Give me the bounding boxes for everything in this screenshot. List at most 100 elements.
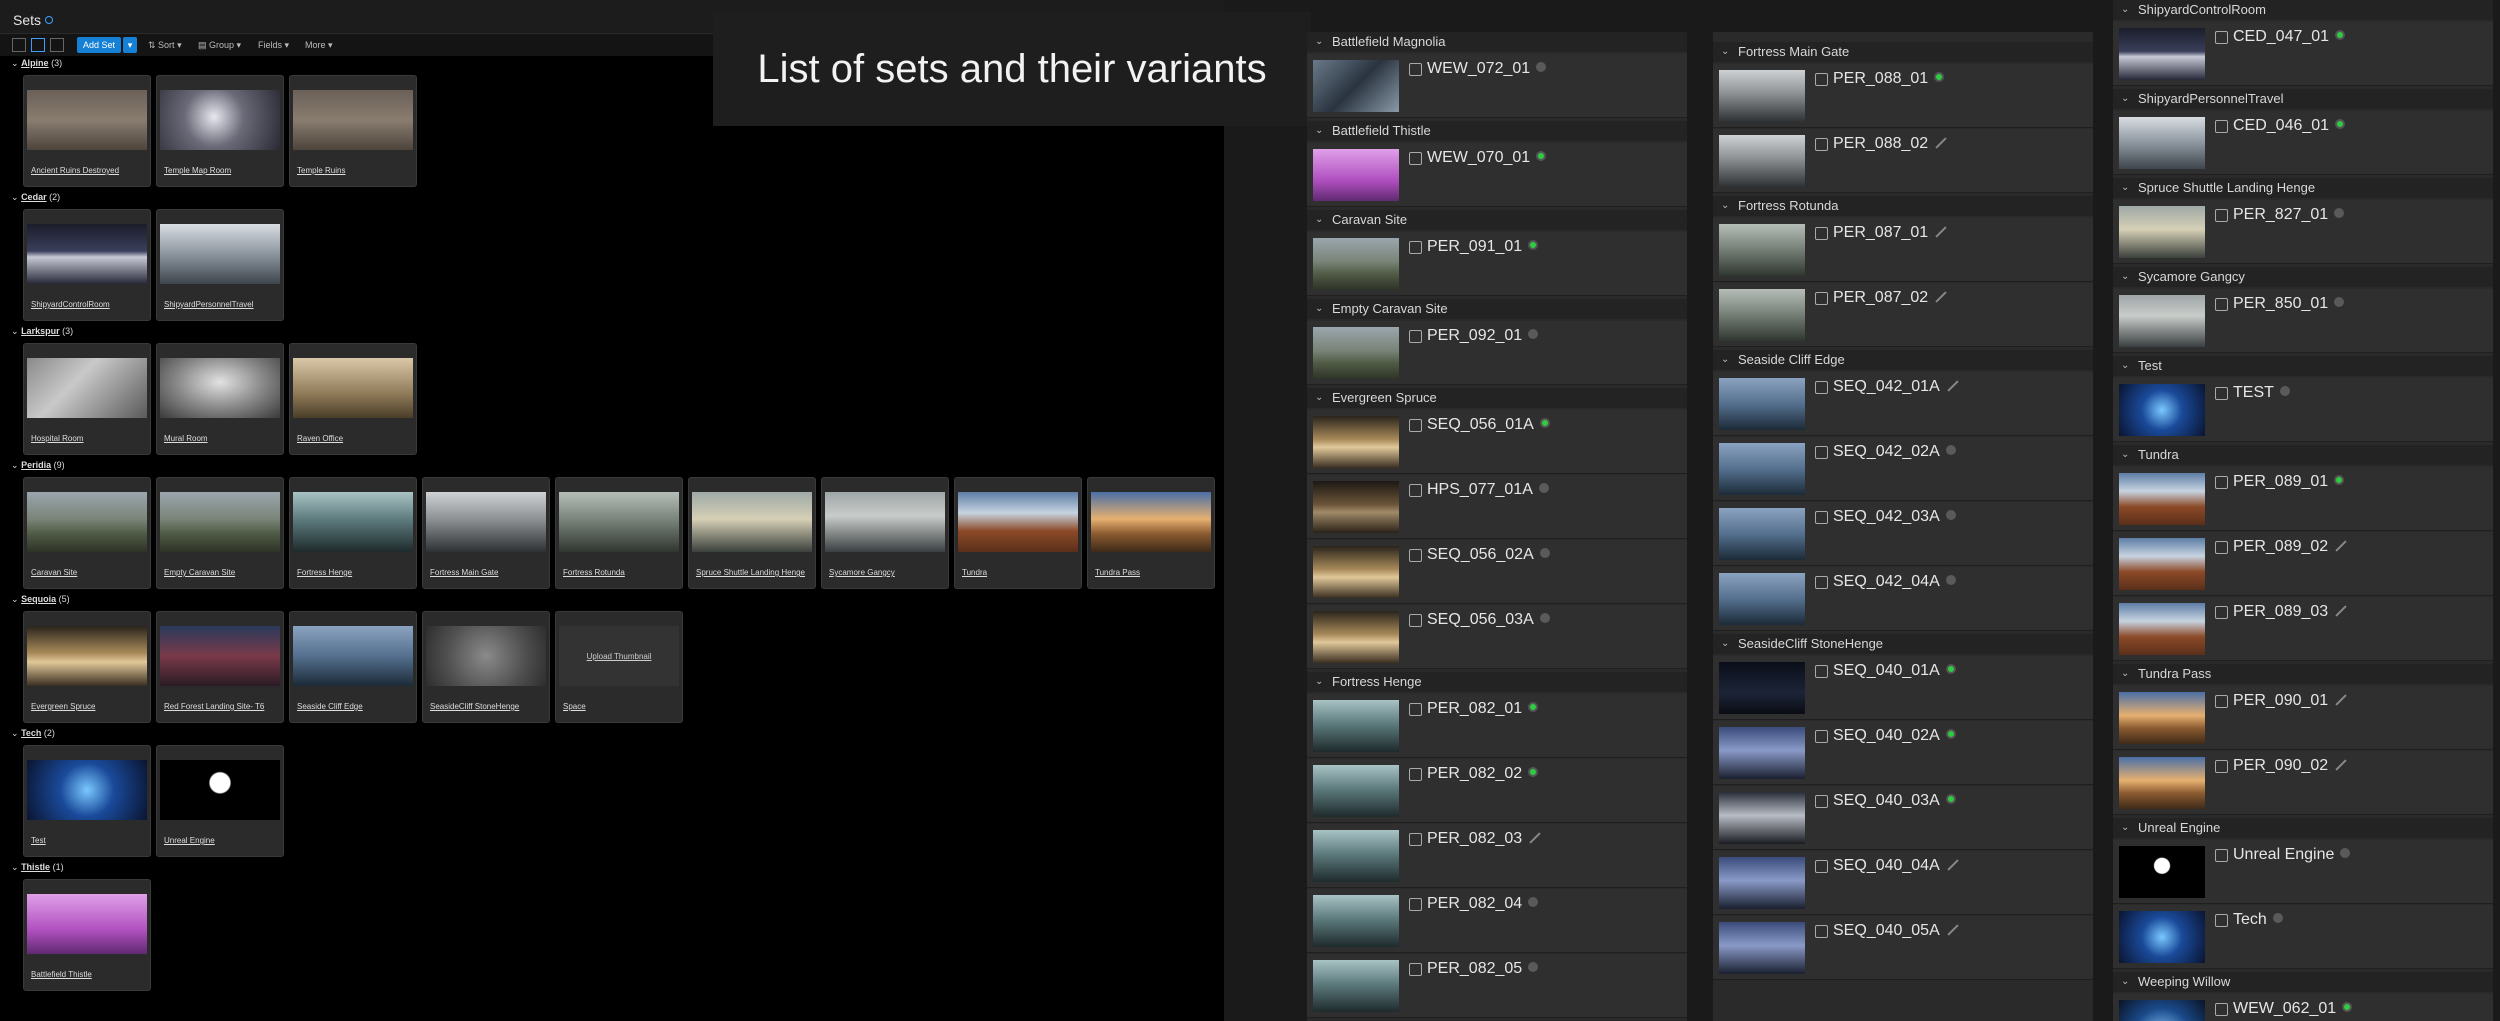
link-icon[interactable] (1409, 549, 1422, 562)
chevron-down-icon[interactable]: ⌄ (1315, 32, 1323, 52)
set-card[interactable]: Red Forest Landing Site- T6 (156, 611, 284, 723)
view-grid-icon[interactable] (31, 38, 45, 52)
chevron-down-icon[interactable]: ⌄ (1721, 196, 1729, 216)
chevron-down-icon[interactable]: ⌄ (1315, 210, 1323, 230)
variant-row[interactable]: PER_089_02 (2113, 532, 2493, 596)
status-active-icon[interactable] (2334, 475, 2345, 485)
more-button[interactable]: More ▾ (305, 37, 333, 53)
status-active-icon[interactable] (1528, 767, 1539, 777)
status-active-icon[interactable] (2335, 119, 2346, 129)
link-icon[interactable] (2215, 760, 2228, 773)
set-card[interactable]: Empty Caravan Site (156, 477, 284, 589)
link-icon[interactable] (1409, 614, 1422, 627)
variant-row[interactable]: PER_850_01 (2113, 289, 2493, 353)
status-inactive-icon[interactable] (1528, 897, 1539, 907)
variant-row[interactable]: PER_092_01 (1307, 321, 1687, 385)
set-card-label[interactable]: Sycamore Gangcy (829, 568, 945, 577)
wrench-icon[interactable] (2335, 759, 2347, 771)
link-icon[interactable] (1815, 511, 1828, 524)
chevron-down-icon[interactable]: ⌄ (1315, 299, 1323, 319)
variant-section-header[interactable]: ⌄ Battlefield Thistle (1307, 121, 1687, 141)
variant-section-header[interactable]: ⌄ Tundra (2113, 445, 2493, 465)
variant-row[interactable]: SEQ_042_03A (1713, 502, 2093, 566)
link-icon[interactable] (1815, 860, 1828, 873)
variant-row[interactable]: PER_090_02 (2113, 751, 2493, 815)
variant-row[interactable]: Unreal Engine (2113, 840, 2493, 904)
set-card[interactable]: Hospital Room (23, 343, 151, 455)
link-icon[interactable] (1815, 795, 1828, 808)
wrench-icon[interactable] (2335, 694, 2347, 706)
wrench-icon[interactable] (1935, 226, 1947, 238)
set-card-label[interactable]: Fortress Main Gate (430, 568, 546, 577)
wrench-icon[interactable] (1935, 137, 1947, 149)
set-card-label[interactable]: Raven Office (297, 434, 413, 443)
chevron-down-icon[interactable]: ⌄ (2121, 178, 2129, 198)
chevron-down-icon[interactable]: ⌄ (11, 326, 19, 336)
group-header-sequoia[interactable]: ⌄ Sequoia (5) (11, 594, 70, 605)
status-inactive-icon[interactable] (1528, 329, 1539, 339)
set-card[interactable]: Temple Ruins (289, 75, 417, 187)
set-card[interactable]: Spruce Shuttle Landing Henge (688, 477, 816, 589)
wrench-icon[interactable] (2335, 540, 2347, 552)
status-active-icon[interactable] (1945, 664, 1956, 674)
status-inactive-icon[interactable] (2334, 208, 2345, 218)
set-card-label[interactable]: Hospital Room (31, 434, 147, 443)
variant-row[interactable]: SEQ_040_02A (1713, 721, 2093, 785)
variant-row[interactable]: PER_088_02 (1713, 129, 2093, 193)
chevron-down-icon[interactable]: ⌄ (11, 192, 19, 202)
variant-row[interactable]: SEQ_040_01A (1713, 656, 2093, 720)
set-card[interactable]: ShipyardPersonnelTravel (156, 209, 284, 321)
status-inactive-icon[interactable] (1536, 62, 1547, 72)
variant-row[interactable]: PER_088_01 (1713, 64, 2093, 128)
variant-row[interactable]: SEQ_056_02A (1307, 540, 1687, 604)
set-card[interactable]: Upload Thumbnail Space (555, 611, 683, 723)
variant-row[interactable]: PER_082_03 (1307, 824, 1687, 888)
variant-row[interactable]: CED_046_01 (2113, 111, 2493, 175)
set-card-label[interactable]: Temple Ruins (297, 166, 413, 175)
group-header-cedar[interactable]: ⌄ Cedar (2) (11, 192, 60, 203)
status-inactive-icon[interactable] (1945, 445, 1956, 455)
set-card-label[interactable]: Red Forest Landing Site- T6 (164, 702, 280, 711)
sort-button[interactable]: ⇅ Sort ▾ (148, 37, 182, 53)
variant-row[interactable]: PER_082_01 (1307, 694, 1687, 758)
chevron-down-icon[interactable]: ⌄ (11, 594, 19, 604)
set-card[interactable]: Fortress Henge (289, 477, 417, 589)
status-active-icon[interactable] (1528, 240, 1539, 250)
variant-section-header[interactable]: ⌄ Battlefield Magnolia (1307, 32, 1687, 52)
set-card[interactable]: ShipyardControlRoom (23, 209, 151, 321)
variant-row[interactable]: SEQ_040_05A (1713, 916, 2093, 980)
status-inactive-icon[interactable] (1538, 483, 1549, 493)
chevron-down-icon[interactable]: ⌄ (2121, 267, 2129, 287)
link-icon[interactable] (1815, 730, 1828, 743)
set-card[interactable]: Fortress Main Gate (422, 477, 550, 589)
chevron-down-icon[interactable]: ⌄ (2121, 0, 2129, 20)
link-icon[interactable] (1409, 703, 1422, 716)
status-inactive-icon[interactable] (1945, 575, 1956, 585)
chevron-down-icon[interactable]: ⌄ (2121, 356, 2129, 376)
variant-section-header[interactable]: ⌄ Sycamore Gangcy (2113, 267, 2493, 287)
chevron-down-icon[interactable]: ⌄ (11, 58, 19, 68)
chevron-down-icon[interactable]: ⌄ (1721, 350, 1729, 370)
chevron-down-icon[interactable]: ⌄ (11, 460, 19, 470)
set-card-label[interactable]: Seaside Cliff Edge (297, 702, 413, 711)
status-inactive-icon[interactable] (2334, 297, 2345, 307)
link-icon[interactable] (1815, 576, 1828, 589)
link-icon[interactable] (2215, 298, 2228, 311)
link-icon[interactable] (2215, 914, 2228, 927)
link-icon[interactable] (1409, 768, 1422, 781)
chevron-down-icon[interactable]: ⌄ (2121, 972, 2129, 992)
variant-section-header[interactable]: ⌄ ShipyardPersonnelTravel (2113, 89, 2493, 109)
link-icon[interactable] (1815, 381, 1828, 394)
set-card[interactable]: Unreal Engine (156, 745, 284, 857)
chevron-down-icon[interactable]: ⌄ (1315, 672, 1323, 692)
set-card-label[interactable]: Caravan Site (31, 568, 147, 577)
chevron-down-icon[interactable]: ⌄ (2121, 445, 2129, 465)
set-card[interactable]: Battlefield Thistle (23, 879, 151, 991)
view-details-icon[interactable] (50, 38, 64, 52)
link-icon[interactable] (1815, 292, 1828, 305)
add-set-dropdown-button[interactable]: ▾ (123, 37, 137, 53)
status-inactive-icon[interactable] (1945, 510, 1956, 520)
set-card-label[interactable]: Fortress Rotunda (563, 568, 679, 577)
variant-row[interactable]: PER_090_01 (2113, 686, 2493, 750)
set-card-label[interactable]: ShipyardPersonnelTravel (164, 300, 280, 309)
